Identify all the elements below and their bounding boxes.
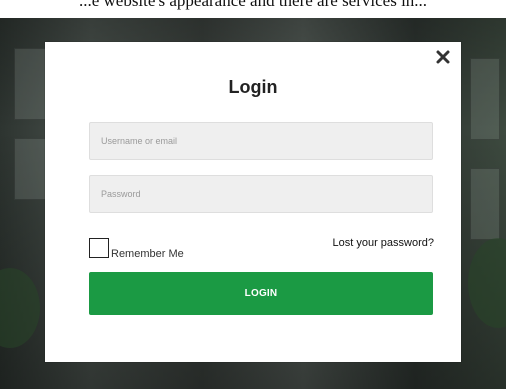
- remember-me-label: Remember Me: [111, 248, 184, 260]
- page-header-text-strip: ...e website's appearance and there are …: [0, 0, 506, 18]
- modal-title: Login: [228, 77, 278, 97]
- backdrop-tree: [468, 238, 506, 328]
- backdrop-window: [470, 168, 500, 240]
- remember-me-control[interactable]: Remember Me: [89, 234, 184, 260]
- backdrop-tree: [0, 268, 40, 348]
- login-button[interactable]: LOGIN: [89, 272, 433, 315]
- password-input[interactable]: [89, 175, 433, 213]
- username-input[interactable]: [89, 122, 433, 160]
- backdrop-window: [470, 58, 500, 140]
- remember-me-checkbox[interactable]: [89, 238, 109, 258]
- close-icon[interactable]: [434, 48, 452, 66]
- login-modal: Login Remember Me Lost your password? LO…: [45, 42, 461, 362]
- backdrop-window: [14, 48, 46, 120]
- lost-password-link[interactable]: Lost your password?: [333, 237, 435, 249]
- page-header-text: ...e website's appearance and there are …: [78, 0, 428, 10]
- backdrop-window: [14, 138, 46, 200]
